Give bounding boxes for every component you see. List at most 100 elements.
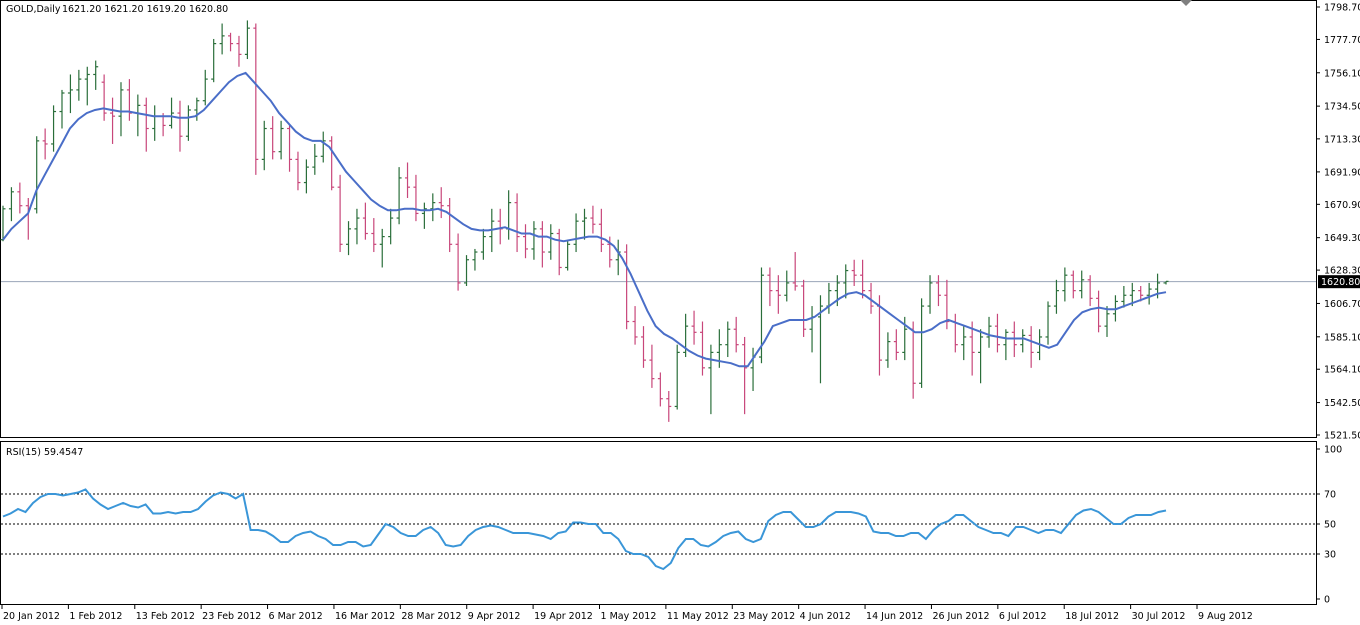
rsi-tick-label: 0 [1324, 595, 1330, 606]
ohlc-bar [295, 151, 301, 191]
price-tick-label: 1713.30 [1324, 134, 1360, 145]
ohlc-bar [699, 321, 705, 376]
ohlc-bar [708, 344, 714, 415]
ohlc-bar [261, 120, 267, 171]
ohlc-bar [346, 221, 352, 256]
price-tick-label: 1734.50 [1324, 102, 1360, 113]
price-tick-label: 1777.70 [1324, 35, 1360, 46]
ohlc-bar [379, 228, 385, 268]
ohlc-bar [143, 97, 149, 152]
ohlc-bar [1121, 286, 1127, 308]
price-tick-label: 1521.50 [1324, 431, 1360, 442]
time-tick-label: 16 Mar 2012 [335, 611, 395, 622]
ohlc-bar [506, 190, 512, 240]
ohlc-bar [67, 74, 73, 114]
ohlc-bar [952, 313, 958, 353]
ohlc-bar [624, 244, 630, 330]
ohlc-bar [539, 221, 545, 268]
ohlc-bar [497, 208, 503, 245]
ohlc-bar [1079, 270, 1085, 299]
time-tick-label: 9 Apr 2012 [468, 611, 521, 622]
chart-shift-marker-icon[interactable] [1180, 0, 1192, 6]
ohlc-bar [556, 228, 562, 276]
ohlc-bar [666, 390, 672, 422]
ohlc-bar [101, 74, 107, 121]
price-tick-label: 1670.90 [1324, 200, 1360, 211]
ohlc-bar [1028, 326, 1034, 368]
time-tick-label: 1 May 2012 [601, 611, 657, 622]
ohlc-bar [270, 116, 276, 160]
ohlc-bar [430, 193, 436, 222]
rsi-line [2, 488, 1167, 571]
rsi-tick-label: 30 [1324, 550, 1336, 561]
ohlc-bar [219, 23, 225, 55]
ohlc-bar [817, 295, 823, 384]
ohlc-bar [590, 205, 596, 234]
ohlc-bar [1104, 306, 1110, 337]
time-tick-label: 14 Jun 2012 [866, 611, 923, 622]
ohlc-bar [1045, 301, 1051, 345]
ohlc-bar [228, 32, 234, 52]
ohlc-bar [573, 213, 579, 253]
time-tick-label: 26 Jun 2012 [932, 611, 989, 622]
ohlc-bar [657, 372, 663, 407]
ohlc-bar [118, 82, 124, 137]
ohlc-bar [93, 60, 99, 90]
price-tick-label: 1564.10 [1324, 365, 1360, 376]
ohlc-bar [927, 275, 933, 314]
ohlc-bar [582, 208, 587, 240]
ohlc-bar [1087, 275, 1093, 307]
current-price-tag: 1620.80 [1318, 275, 1360, 289]
time-tick-label: 28 Mar 2012 [401, 611, 461, 622]
ohlc-bar [152, 105, 158, 141]
ohlc-bar [1146, 282, 1152, 305]
ohlc-bar [236, 35, 242, 67]
ohlc-bar [202, 69, 208, 106]
ohlc-bar [17, 182, 23, 214]
chart: 1798.70 1777.70 1756.10 1734.50 1713.30 1691.… [0, 0, 1360, 622]
price-tick-label: 1798.70 [1324, 3, 1360, 14]
ohlc-bar [801, 279, 807, 337]
ohlc-bar [919, 298, 925, 388]
ohlc-bar [278, 120, 284, 160]
price-tick-label: 1628.30 [1324, 266, 1360, 277]
ohlc-bar [303, 159, 309, 194]
ohlc-bar [978, 329, 984, 384]
ohlc-bar [447, 197, 453, 253]
ohlc-bar [413, 174, 419, 222]
ohlc-bar [135, 94, 141, 137]
ohlc-bar [885, 332, 891, 368]
rsi-indicator-label: RSI(15) 59.4547 [6, 447, 83, 458]
ohlc-bar [775, 275, 781, 314]
ohlc-bar [1053, 279, 1059, 314]
ohlc-bar [253, 23, 259, 175]
ohlc-bar [1062, 267, 1068, 302]
ohlc-bar [169, 97, 175, 129]
ohlc-bar [632, 306, 638, 345]
ohlc-bar [1070, 270, 1076, 299]
time-tick-label: 19 Apr 2012 [534, 611, 593, 622]
rsi-tick-label: 50 [1324, 520, 1336, 531]
current-price-label: 1620.80 [1321, 277, 1360, 288]
ohlc-bar [211, 38, 217, 83]
ohlc-bar [640, 326, 646, 368]
ohlc-bar [860, 259, 866, 299]
ohlc-bar [329, 136, 335, 191]
ohlc-bar [523, 224, 529, 259]
ohlc-bar [185, 105, 191, 141]
ohlc-bar [1003, 329, 1009, 361]
time-tick-label: 6 Mar 2012 [269, 611, 323, 622]
time-tick-label: 20 Jan 2012 [3, 611, 60, 622]
time-tick-label: 9 Aug 2012 [1198, 611, 1253, 622]
time-tick-label: 13 Feb 2012 [136, 611, 195, 622]
time-axis: 20 Jan 2012 1 Feb 2012 13 Feb 2012 23 Feb 2… [1, 605, 1253, 622]
ohlc-bar [826, 282, 832, 314]
ohlc-bar [438, 187, 444, 219]
ohlc-bar [514, 193, 520, 253]
ohlc-bar [1020, 329, 1026, 353]
ohlc-bar [691, 310, 697, 345]
ohlc-bar [893, 329, 899, 361]
ohlc-bar [362, 202, 368, 240]
ohlc-bar [287, 125, 293, 172]
ohlc-bar [742, 336, 748, 415]
